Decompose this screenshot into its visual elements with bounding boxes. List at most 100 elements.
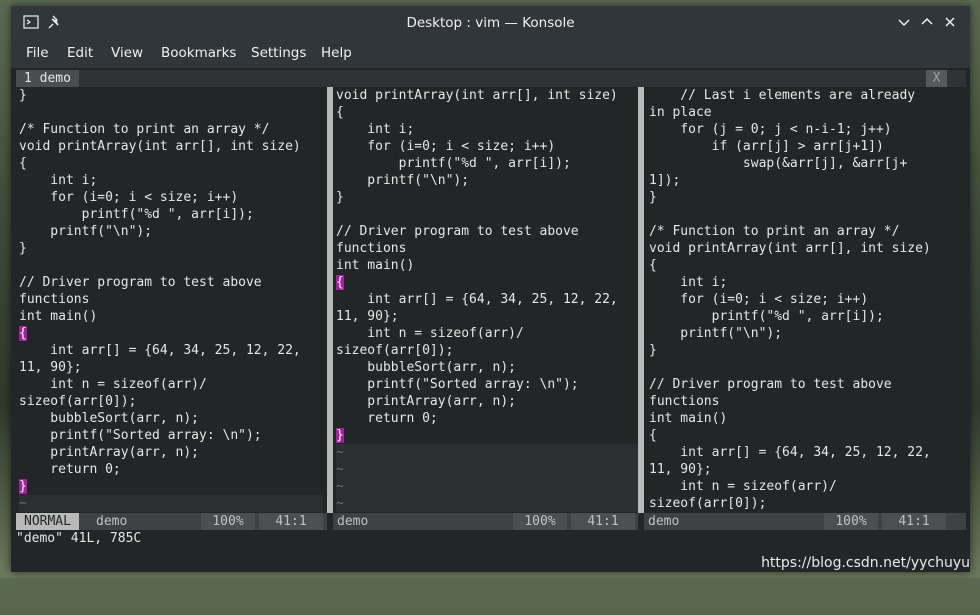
code-line: { [336, 105, 344, 120]
matched-brace: { [336, 275, 344, 290]
matched-brace: } [19, 479, 27, 494]
code-line: // Driver program to test above [336, 224, 579, 239]
code-line: functions [649, 394, 720, 409]
code-line: functions [336, 241, 407, 256]
code-line: // Driver program to test above [19, 275, 262, 290]
window-title: Desktop : vim — Konsole [406, 15, 575, 31]
empty-buffer-line: ~ [336, 495, 640, 512]
menu-help[interactable]: Help [321, 45, 352, 61]
minimize-icon[interactable] [896, 14, 912, 30]
menu-bookmarks[interactable]: Bookmarks [161, 45, 236, 61]
menu-view[interactable]: View [111, 45, 143, 61]
code-line: return 0; [19, 462, 121, 477]
status-position: 41:1 [571, 513, 635, 530]
code-line: { [336, 274, 640, 291]
code-line: printf("%d ", arr[i]); [649, 309, 884, 324]
code-line: int main() [336, 258, 415, 273]
code-line: sizeof(arr[0]); [649, 496, 767, 511]
empty-buffer-line: ~ [336, 478, 640, 495]
code-line: int main() [649, 411, 728, 426]
code-line: 11, 90}; [649, 462, 712, 477]
vim-window-middle[interactable]: void printArray(int arr[], int size) { in… [336, 87, 640, 513]
code-line: void printArray(int arr[], int size) [336, 88, 618, 103]
code-line: int arr[] = {64, 34, 25, 12, 22, [649, 445, 931, 460]
status-filename: demo [96, 514, 128, 529]
vertical-split-separator[interactable] [638, 87, 644, 513]
code-line: int arr[] = {64, 34, 25, 12, 22, [336, 292, 618, 307]
code-line: printf("\n"); [649, 326, 783, 341]
status-filename: demo [337, 514, 369, 529]
code-line: for (j = 0; j < n-i-1; j++) [649, 122, 892, 137]
code-line: printArray(arr, n); [336, 394, 517, 409]
code-line: printf("%d ", arr[i]); [19, 207, 254, 222]
code-line: if (arr[j] > arr[j+1]) [649, 139, 884, 154]
empty-buffer-line: ~ [336, 444, 640, 461]
close-icon[interactable] [942, 14, 958, 30]
vim-command-line[interactable]: "demo" 41L, 785C [16, 530, 141, 547]
code-line: // Driver program to test above [649, 377, 892, 392]
code-line: return 0; [336, 411, 438, 426]
code-line: for (i=0; i < size; i++) [19, 190, 239, 205]
menu-file[interactable]: File [26, 45, 49, 61]
code-line: } [19, 88, 27, 103]
code-line: int arr[] = {64, 34, 25, 12, 22, [19, 343, 301, 358]
code-line: { [649, 428, 657, 443]
code-line: printf("\n"); [19, 224, 153, 239]
code-line: } [19, 241, 27, 256]
menu-edit[interactable]: Edit [67, 45, 93, 61]
title-bar: Desktop : vim — Konsole [11, 6, 970, 40]
code-line: 11, 90}; [336, 309, 399, 324]
menu-settings[interactable]: Settings [251, 45, 306, 61]
code-line: } [649, 343, 657, 358]
status-percent: 100% [513, 513, 567, 530]
statusline-middle: demo 100% 41:1 [333, 513, 638, 530]
code-line: int i; [649, 275, 728, 290]
code-line: } [336, 190, 344, 205]
vim-tab-close[interactable]: X [926, 70, 947, 87]
code-line: printf("\n"); [336, 173, 470, 188]
vim-tabline: 1 demo X [16, 70, 966, 87]
vim-window-left[interactable]: } /* Function to print an array */ void pr… [19, 87, 323, 513]
code-line: int main() [19, 309, 98, 324]
code-line: sizeof(arr[0]); [336, 343, 454, 358]
status-percent: 100% [201, 513, 255, 530]
code-line: int n = sizeof(arr)/ [336, 326, 524, 341]
vim-tab[interactable]: 1 demo [16, 70, 79, 87]
konsole-window: Desktop : vim — Konsole File Edit View B… [11, 6, 970, 572]
code-line: for (i=0; i < size; i++) [649, 292, 869, 307]
code-line: swap(&arr[j], &arr[j+ [649, 156, 908, 171]
code-line: /* Function to print an array */ [649, 224, 900, 239]
status-position: 41:1 [882, 513, 946, 530]
code-line: /* Function to print an array */ [19, 122, 270, 137]
code-line: int i; [19, 173, 98, 188]
status-position: 41:1 [259, 513, 323, 530]
code-line: int n = sizeof(arr)/ [649, 479, 837, 494]
code-line: 1]); [649, 173, 681, 188]
code-line: in place [649, 105, 712, 120]
status-percent: 100% [824, 513, 878, 530]
code-line: functions [19, 292, 90, 307]
watermark-text: https://blog.csdn.net/yychuyu [761, 555, 970, 571]
code-line: printArray(arr, n); [19, 445, 200, 460]
code-line: } [19, 478, 323, 495]
code-line: void printArray(int arr[], int size) [19, 139, 301, 154]
vim-window-right[interactable]: // Last i elements are already in place f… [649, 87, 953, 513]
code-line: int i; [336, 122, 415, 137]
menu-bar: File Edit View Bookmarks Settings Help [11, 40, 970, 68]
code-line: bubbleSort(arr, n); [19, 411, 200, 426]
code-line: { [19, 325, 323, 342]
code-line: // Last i elements are already [649, 88, 916, 103]
vertical-split-separator[interactable] [327, 87, 333, 513]
maximize-icon[interactable] [919, 14, 935, 30]
code-line: for (i=0; i < size; i++) [336, 139, 556, 154]
empty-buffer-line: ~ [19, 495, 323, 512]
code-line: } [336, 427, 640, 444]
matched-brace: } [336, 428, 344, 443]
terminal-area[interactable]: 1 demo X } /* Function to print an array … [16, 68, 966, 568]
code-line: 11, 90}; [19, 360, 82, 375]
